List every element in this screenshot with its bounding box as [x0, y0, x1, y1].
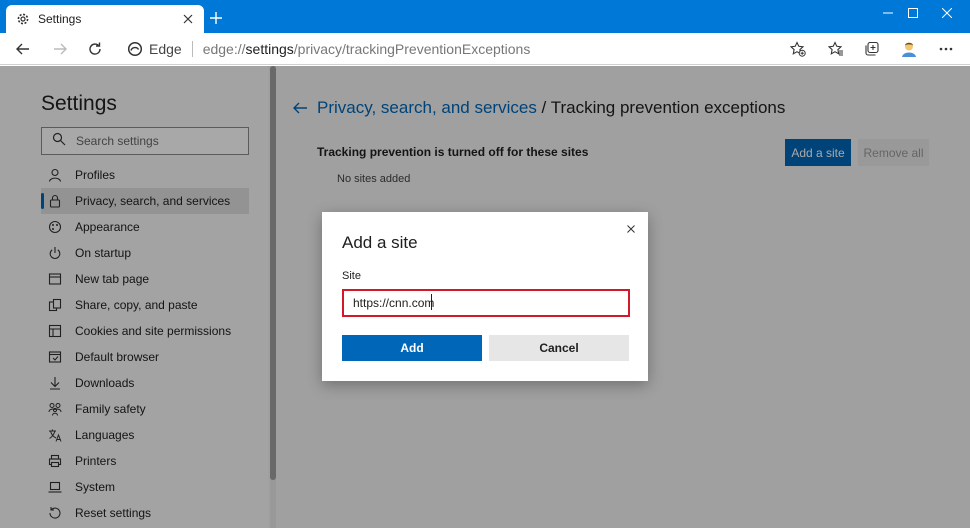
more-menu-icon[interactable] [934, 38, 958, 60]
close-window-icon[interactable] [924, 0, 970, 26]
collections-icon[interactable] [860, 38, 884, 60]
address-field[interactable]: Edge edge://settings/privacy/trackingPre… [121, 36, 821, 62]
add-site-dialog: Add a site Site Add Cancel [322, 212, 648, 381]
address-bar: Edge edge://settings/privacy/trackingPre… [0, 33, 970, 65]
cancel-button[interactable]: Cancel [489, 335, 629, 361]
gear-icon [16, 12, 30, 26]
url-text: edge://settings/privacy/trackingPreventi… [202, 41, 531, 57]
add-favorite-icon[interactable] [786, 38, 810, 60]
edge-logo-icon [127, 41, 143, 57]
close-icon[interactable] [623, 221, 639, 237]
site-identity: Edge [149, 41, 182, 57]
close-tab-icon[interactable] [178, 9, 198, 29]
title-bar: Settings [0, 0, 970, 33]
tab-title: Settings [38, 12, 82, 26]
settings-tab[interactable]: Settings [6, 5, 204, 33]
add-button[interactable]: Add [342, 335, 482, 361]
favorites-icon[interactable] [824, 38, 848, 60]
site-field-label: Site [342, 270, 361, 282]
new-tab-button[interactable] [207, 9, 225, 27]
refresh-icon[interactable] [82, 37, 108, 61]
address-separator [191, 41, 193, 57]
dialog-title: Add a site [342, 233, 418, 252]
back-arrow-icon[interactable] [10, 37, 36, 61]
text-caret [431, 294, 432, 310]
site-input[interactable] [342, 289, 630, 317]
forward-arrow-icon[interactable] [47, 37, 73, 61]
avatar[interactable] [897, 38, 921, 60]
